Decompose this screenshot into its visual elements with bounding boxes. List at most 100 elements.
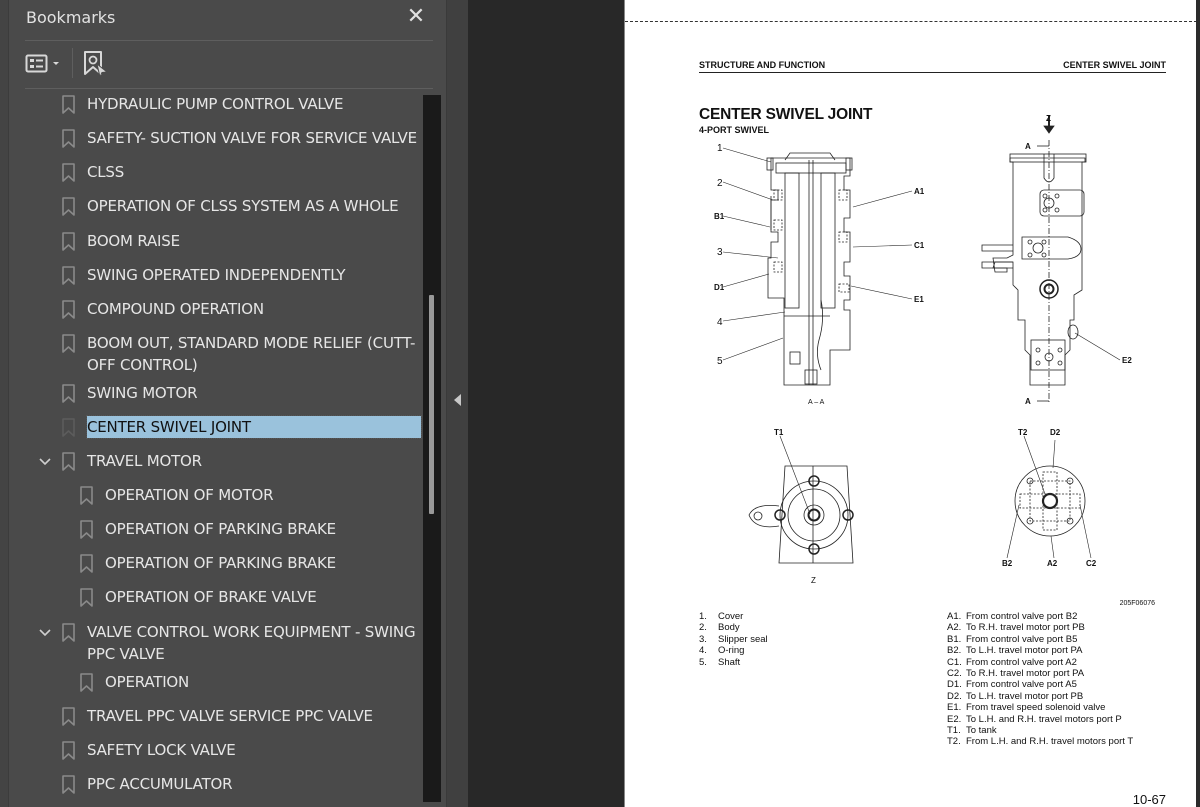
find-current-bookmark-button[interactable]: [83, 50, 109, 79]
part-name: Body: [718, 622, 740, 634]
callout-A1: A1: [914, 187, 925, 196]
collapse-panel-icon[interactable]: [454, 394, 461, 406]
port-description: To L.H. travel motor port PB: [966, 690, 1084, 702]
callout-4: 4: [717, 317, 723, 328]
bookmark-label: TRAVEL PPC VALVE SERVICE PPC VALVE: [87, 707, 373, 725]
callout-E2: E2: [1122, 356, 1132, 365]
callout-D1: D1: [714, 283, 725, 292]
port-code: E2.: [947, 713, 962, 725]
bookmark-label: OPERATION OF PARKING BRAKE: [105, 520, 336, 538]
port-legend-row: C1. From control valve port A2: [947, 657, 1133, 668]
bookmark-icon: [80, 486, 93, 505]
port-legend-row: T1. To tank: [947, 725, 1133, 736]
bookmarks-scrollbar[interactable]: [423, 95, 441, 802]
part-legend-row: 2. Body: [699, 622, 768, 633]
bookmark-label: COMPOUND OPERATION: [87, 300, 264, 318]
part-number: 2.: [699, 622, 707, 634]
port-code: C2.: [947, 668, 962, 680]
page-number: 10-67: [1132, 792, 1166, 807]
bookmarks-panel: Bookmarks ✕ HYDRAULIC PUMP CONTROL VALVE…: [0, 0, 446, 807]
part-number: 5.: [699, 656, 707, 668]
bookmark-icon: [62, 452, 75, 471]
port-legend-row: B2. To L.H. travel motor port PA: [947, 645, 1133, 656]
bookmark-icon: [62, 129, 75, 148]
cut-label-bottom: A: [1025, 397, 1031, 406]
bookmark-options-button[interactable]: [25, 52, 65, 76]
port-legend-row: A2. To R.H. travel motor port PB: [947, 622, 1133, 633]
bookmark-label: VALVE CONTROL WORK EQUIPMENT - SWING PPC…: [87, 623, 416, 663]
bookmark-label: TRAVEL MOTOR: [87, 452, 202, 470]
port-legend-row: E1. From travel speed solenoid valve: [947, 702, 1133, 713]
bottom-view-drawing: [1014, 465, 1086, 537]
divider: [25, 40, 433, 41]
callout-leaders: [722, 147, 1121, 559]
bookmark-icon: [62, 775, 75, 794]
close-panel-button[interactable]: ✕: [405, 6, 427, 28]
callout-1: 1: [717, 143, 723, 154]
parts-legend: 1. Cover 2. Body 3. Slipper seal 4. O-ring 5. Sha…: [699, 611, 768, 668]
chevron-down-icon[interactable]: [38, 457, 52, 467]
port-code: T1.: [947, 725, 961, 737]
part-legend-row: 1. Cover: [699, 611, 768, 622]
port-legend-row: E2. To L.H. and R.H. travel motors port P: [947, 714, 1133, 725]
bookmark-label: HYDRAULIC PUMP CONTROL VALVE: [87, 95, 344, 113]
page-right-edge: [1196, 0, 1200, 807]
port-code: T2.: [947, 736, 961, 748]
bookmark-icon: [62, 334, 75, 353]
bookmark-icon: [62, 418, 75, 437]
figure-code: 205F06076: [1119, 600, 1155, 607]
part-legend-row: 5. Shaft: [699, 657, 768, 668]
bookmark-label: SWING OPERATED INDEPENDENTLY: [87, 266, 346, 284]
bookmark-label: OPERATION OF CLSS SYSTEM AS A WHOLE: [87, 197, 399, 215]
part-legend-row: 3. Slipper seal: [699, 634, 768, 645]
bookmark-icon: [62, 197, 75, 216]
part-name: Cover: [718, 611, 744, 622]
callout-E1: E1: [914, 295, 924, 304]
list-options-icon: [25, 54, 59, 73]
chevron-down-icon[interactable]: [38, 628, 52, 638]
bookmark-icon: [80, 554, 93, 573]
ports-legend: A1. From control valve port B2 A2. To R.H. …: [947, 611, 1133, 748]
callout-labels: 1 2 B1 3 D1 4 5 A1 C1 E1 E2 A – A Z A A …: [714, 114, 1132, 585]
bookmark-icon: [62, 741, 75, 760]
bookmark-label: OPERATION OF MOTOR: [105, 486, 274, 504]
bookmark-label: OPERATION OF PARKING BRAKE: [105, 554, 336, 572]
bookmark-icon: [80, 520, 93, 539]
port-description: From control valve port B2: [966, 611, 1078, 622]
port-code: A2.: [947, 622, 962, 634]
callout-D2: D2: [1050, 428, 1061, 437]
callout-C1: C1: [914, 241, 925, 250]
port-description: To R.H. travel motor port PA: [966, 668, 1085, 680]
bookmark-icon: [62, 300, 75, 319]
callout-B2: B2: [1002, 559, 1013, 568]
part-name: Slipper seal: [718, 633, 768, 645]
port-code: E1.: [947, 702, 962, 714]
callout-C2: C2: [1086, 559, 1097, 568]
scrollbar-thumb[interactable]: [429, 295, 434, 514]
bookmark-label: BOOM RAISE: [87, 232, 180, 250]
port-description: To R.H. travel motor port PB: [966, 622, 1085, 634]
port-description: To tank: [966, 725, 997, 737]
part-number: 3.: [699, 633, 707, 645]
part-name: Shaft: [718, 656, 741, 668]
divider: [25, 88, 433, 89]
bookmark-icon: [80, 588, 93, 607]
port-description: From control valve port B5: [966, 633, 1078, 645]
port-description: From control valve port A2: [966, 656, 1077, 668]
panel-title: Bookmarks: [26, 8, 116, 27]
bookmark-icon: [62, 266, 75, 285]
bookmark-label: CENTER SWIVEL JOINT: [86, 415, 422, 439]
port-legend-row: B1. From control valve port B5: [947, 634, 1133, 645]
callout-B1: B1: [714, 212, 725, 221]
view-label-z: Z: [811, 576, 816, 585]
find-current-bookmark-icon: [84, 51, 109, 79]
panel-splitter[interactable]: [446, 0, 468, 807]
port-code: B1.: [947, 633, 962, 645]
callout-2: 2: [717, 178, 723, 189]
part-number: 4.: [699, 645, 707, 657]
port-code: D2.: [947, 690, 962, 702]
part-legend-row: 4. O-ring: [699, 645, 768, 656]
callout-3: 3: [717, 247, 723, 258]
port-description: To L.H. and R.H. travel motors port P: [966, 713, 1122, 725]
bookmark-label: OPERATION: [105, 673, 190, 691]
